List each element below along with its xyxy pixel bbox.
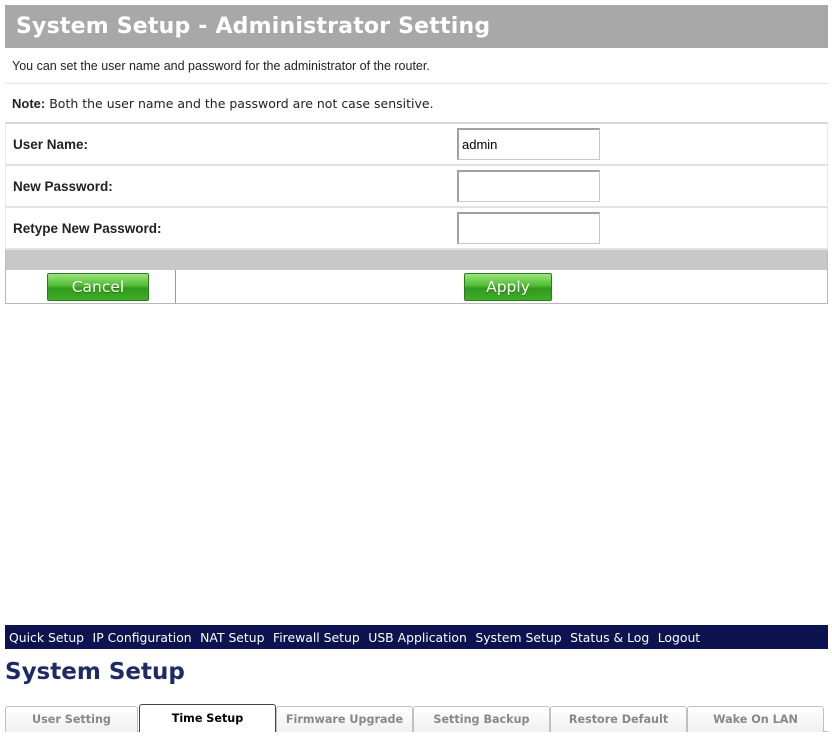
nav-item-logout[interactable]: Logout <box>658 630 700 645</box>
nav-item-system-setup[interactable]: System Setup <box>475 630 561 645</box>
nav-item-usb-application[interactable]: USB Application <box>368 630 467 645</box>
admin-setting-panel: System Setup - Administrator Setting You… <box>5 5 828 304</box>
panel-header: System Setup - Administrator Setting <box>5 5 828 48</box>
nav-item-nat-setup[interactable]: NAT Setup <box>200 630 264 645</box>
tab-user-setting[interactable]: User Setting <box>5 706 138 732</box>
user-name-input[interactable] <box>457 128 600 160</box>
retype-password-row: Retype New Password: <box>5 208 828 250</box>
tab-bar: User Setting Time Setup Firmware Upgrade… <box>5 704 828 732</box>
panel-title: System Setup - Administrator Setting <box>16 14 491 39</box>
new-password-label: New Password: <box>13 178 113 194</box>
tab-restore-default[interactable]: Restore Default <box>550 706 687 732</box>
description-row: You can set the user name and password f… <box>5 48 828 84</box>
section-title: System Setup <box>5 659 185 685</box>
apply-button[interactable]: Apply <box>464 272 552 301</box>
user-name-label: User Name: <box>13 136 89 152</box>
tab-firmware-upgrade[interactable]: Firmware Upgrade <box>276 706 413 732</box>
separator-bar <box>5 250 828 270</box>
new-password-row: New Password: <box>5 166 828 208</box>
top-nav-bar: Quick Setup IP Configuration NAT Setup F… <box>5 625 828 649</box>
cancel-button[interactable]: Cancel <box>47 272 149 301</box>
nav-item-ip-configuration[interactable]: IP Configuration <box>93 630 192 645</box>
note-label: Note: <box>12 95 46 111</box>
tab-setting-backup[interactable]: Setting Backup <box>413 706 550 732</box>
new-password-input[interactable] <box>457 170 600 202</box>
retype-password-input[interactable] <box>457 212 600 244</box>
tab-wake-on-lan[interactable]: Wake On LAN <box>687 706 824 732</box>
cancel-cell: Cancel <box>6 270 176 303</box>
note-row: Note: Both the user name and the passwor… <box>5 84 828 124</box>
user-name-row: User Name: <box>5 124 828 166</box>
tab-time-setup[interactable]: Time Setup <box>139 704 276 732</box>
nav-item-quick-setup[interactable]: Quick Setup <box>9 630 84 645</box>
description-text: You can set the user name and password f… <box>12 58 430 73</box>
nav-item-status-log[interactable]: Status & Log <box>570 630 649 645</box>
note-text: Both the user name and the password are … <box>49 95 434 111</box>
nav-item-firewall-setup[interactable]: Firewall Setup <box>273 630 360 645</box>
apply-cell: Apply <box>176 270 827 303</box>
retype-password-label: Retype New Password: <box>13 220 162 236</box>
button-row: Cancel Apply <box>5 270 828 304</box>
